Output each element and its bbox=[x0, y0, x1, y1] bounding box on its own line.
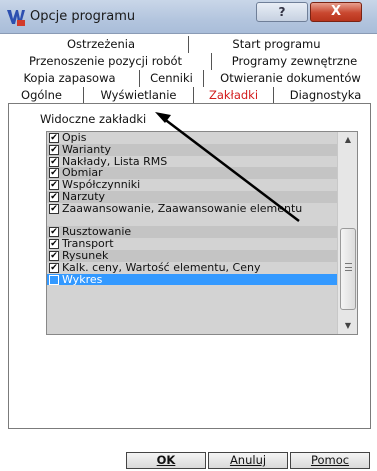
dialog-footer: OK Anuluj Pomoc bbox=[0, 430, 377, 471]
tab-zakladki[interactable]: Zakładki bbox=[194, 87, 274, 104]
scroll-thumb[interactable] bbox=[340, 228, 356, 310]
tab-ogolne[interactable]: Ogólne bbox=[0, 87, 84, 104]
tab-cenniki[interactable]: Cenniki bbox=[140, 70, 204, 87]
tab-wyswietlanie[interactable]: Wyświetlanie bbox=[84, 87, 194, 104]
checkbox-checked-icon[interactable]: ✔ bbox=[49, 191, 59, 202]
tab-strip: Ostrzeżenia Start programu Przenoszenie … bbox=[0, 34, 377, 104]
scroll-up-icon[interactable]: ▲ bbox=[342, 136, 354, 144]
close-button[interactable]: X bbox=[310, 2, 362, 22]
title-help-button[interactable]: ? bbox=[256, 2, 308, 22]
checkbox-checked-icon[interactable]: ✔ bbox=[49, 156, 59, 167]
tab-otwieranie-dokumentow[interactable]: Otwieranie dokumentów bbox=[204, 70, 377, 87]
list-item[interactable]: ✔ Zaawansowanie, Zaawansowanie elementu bbox=[47, 201, 337, 227]
tab-row-4: Ogólne Wyświetlanie Zakładki Diagnostyka bbox=[0, 87, 377, 104]
checkbox-unchecked-icon[interactable] bbox=[49, 274, 59, 285]
checkbox-checked-icon[interactable]: ✔ bbox=[49, 203, 59, 214]
cancel-button[interactable]: Anuluj bbox=[208, 452, 288, 469]
tab-kopia-zapasowa[interactable]: Kopia zapasowa bbox=[0, 70, 140, 87]
list-item-label: Zaawansowanie, Zaawansowanie elementu bbox=[62, 201, 303, 215]
checkbox-checked-icon[interactable]: ✔ bbox=[49, 168, 59, 179]
ok-button[interactable]: OK bbox=[126, 452, 206, 469]
cancel-button-label: Anuluj bbox=[229, 453, 267, 467]
help-button[interactable]: Pomoc bbox=[290, 452, 370, 469]
tab-ostrzezenia[interactable]: Ostrzeżenia bbox=[14, 36, 189, 53]
list-scrollbar[interactable]: ▲ ▼ bbox=[337, 132, 357, 334]
tab-diagnostyka[interactable]: Diagnostyka bbox=[274, 87, 377, 104]
tab-programy-zewnetrzne[interactable]: Programy zewnętrzne bbox=[212, 53, 377, 70]
checkbox-checked-icon[interactable]: ✔ bbox=[49, 144, 59, 155]
visible-tabs-list[interactable]: ✔ Opis ✔ Warianty ✔ Nakłady, Lista RMS ✔ Obmiar… bbox=[46, 131, 358, 335]
visible-tabs-group-label: Widoczne zakładki bbox=[38, 112, 149, 126]
tab-row-2: Przenoszenie pozycji robót Programy zewn… bbox=[0, 53, 377, 70]
checkbox-checked-icon[interactable]: ✔ bbox=[49, 262, 59, 273]
options-dialog: Opcje programu ? X Ostrzeżenia Start pro… bbox=[0, 0, 377, 471]
window-title: Opcje programu bbox=[30, 9, 136, 24]
tab-row-3: Kopia zapasowa Cenniki Otwieranie dokume… bbox=[0, 70, 377, 87]
checkbox-checked-icon[interactable]: ✔ bbox=[49, 180, 59, 191]
tab-przenoszenie-pozycji[interactable]: Przenoszenie pozycji robót bbox=[0, 53, 212, 70]
checkbox-checked-icon[interactable]: ✔ bbox=[49, 250, 59, 261]
grip-icon bbox=[345, 263, 352, 271]
checkbox-checked-icon[interactable]: ✔ bbox=[49, 227, 59, 238]
tab-row-1: Ostrzeżenia Start programu bbox=[14, 36, 364, 53]
tab-start-programu[interactable]: Start programu bbox=[189, 36, 364, 53]
checkbox-checked-icon[interactable]: ✔ bbox=[49, 133, 59, 143]
ok-button-label: OK bbox=[156, 453, 176, 467]
scroll-down-icon[interactable]: ▼ bbox=[342, 322, 354, 330]
checkbox-checked-icon[interactable]: ✔ bbox=[49, 239, 59, 250]
list-item[interactable]: Wykres bbox=[47, 272, 357, 286]
list-item-label: Wykres bbox=[62, 272, 103, 286]
app-logo-icon bbox=[7, 10, 25, 26]
help-button-label: Pomoc bbox=[310, 453, 350, 467]
title-bar[interactable]: Opcje programu ? X bbox=[0, 0, 377, 34]
